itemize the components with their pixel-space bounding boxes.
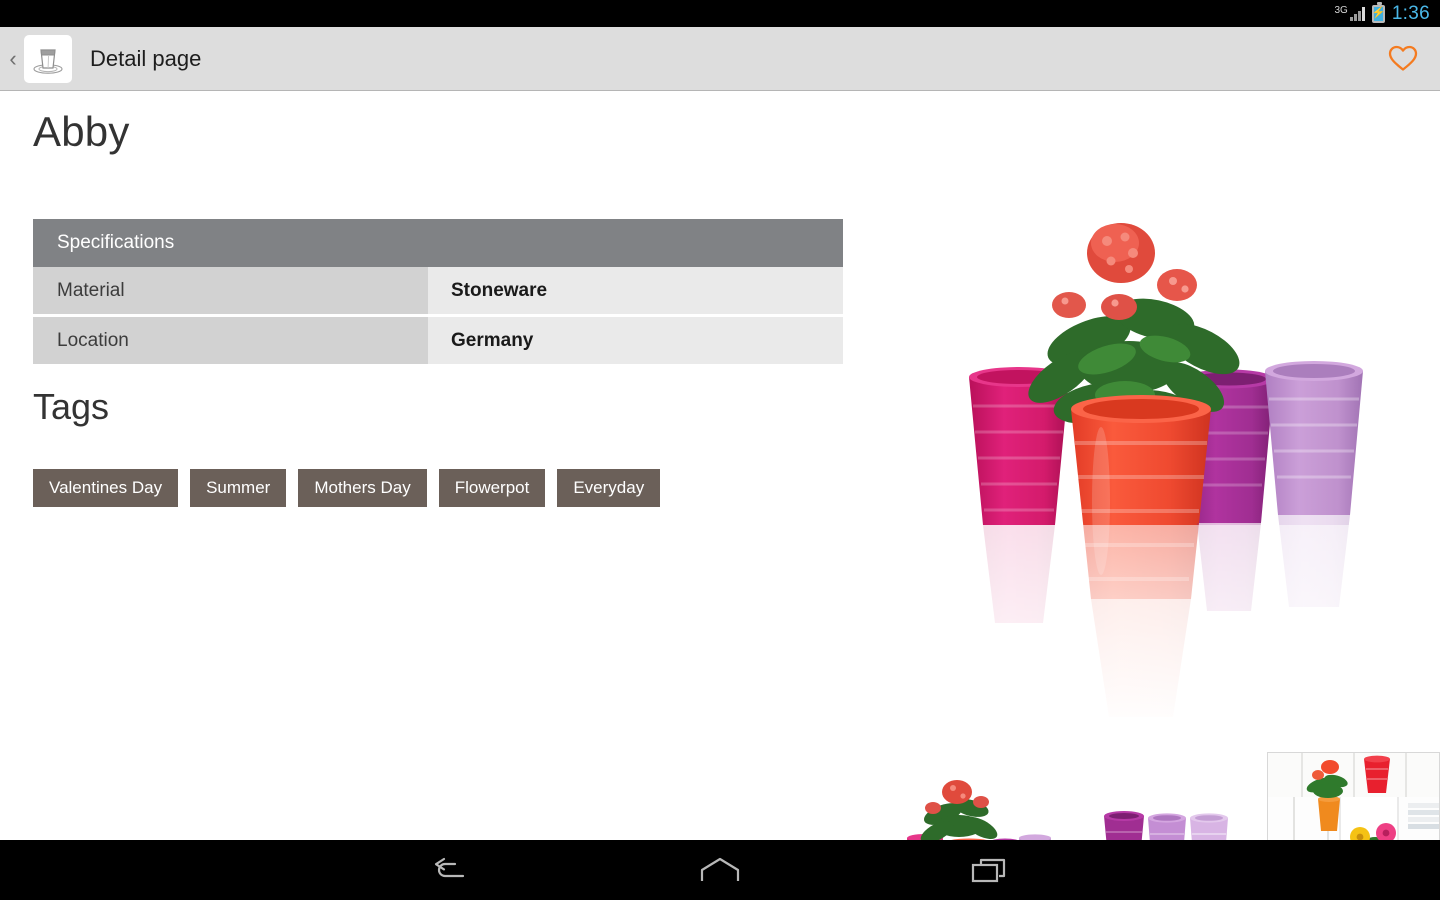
heart-outline-icon[interactable]: [1388, 45, 1418, 72]
spec-label-material: Material: [33, 267, 428, 314]
tag-chip[interactable]: Mothers Day: [298, 469, 427, 507]
spec-value-location: Germany: [428, 317, 843, 364]
spec-value-material: Stoneware: [428, 267, 843, 314]
signal-icon: [1349, 6, 1365, 21]
content-area: Abby Specifications Material Stoneware L…: [0, 91, 1440, 900]
status-icons: 3G ⚡ 1:36: [1334, 1, 1430, 25]
tag-chip[interactable]: Flowerpot: [438, 469, 546, 507]
home-nav-button[interactable]: [690, 848, 750, 892]
network-type-label: 3G: [1334, 4, 1348, 16]
specifications-header-label: Specifications: [33, 219, 843, 267]
recents-nav-button[interactable]: [960, 848, 1020, 892]
product-title: Abby: [33, 108, 130, 155]
page-title-bar: Detail page: [90, 45, 202, 71]
status-bar: 3G ⚡ 1:36: [0, 0, 1440, 27]
status-clock: 1:36: [1391, 2, 1430, 24]
tags-heading: Tags: [33, 386, 110, 427]
action-bar: ‹ Detail page: [0, 27, 1440, 91]
tags-list: Valentines Day Summer Mothers Day Flower…: [33, 469, 661, 507]
flowerpot-app-icon[interactable]: [24, 34, 72, 83]
spec-label-location: Location: [33, 317, 428, 364]
device-screen: 3G ⚡ 1:36 ‹ Detail page Abby Specificati…: [0, 0, 1440, 900]
tag-chip[interactable]: Summer: [190, 469, 287, 507]
back-nav-button[interactable]: [420, 848, 480, 892]
android-nav-bar: [0, 840, 1440, 900]
tag-chip[interactable]: Everyday: [557, 469, 661, 507]
tag-chip[interactable]: Valentines Day: [33, 469, 179, 507]
table-row: Location Germany: [33, 317, 843, 364]
back-chevron-icon[interactable]: ‹: [2, 47, 24, 70]
specifications-header-row: Specifications: [33, 219, 843, 267]
hero-product-image[interactable]: [893, 181, 1440, 733]
battery-charging-icon: ⚡: [1371, 1, 1385, 23]
specifications-table: Specifications Material Stoneware Locati…: [33, 219, 843, 364]
table-row: Material Stoneware: [33, 267, 843, 314]
